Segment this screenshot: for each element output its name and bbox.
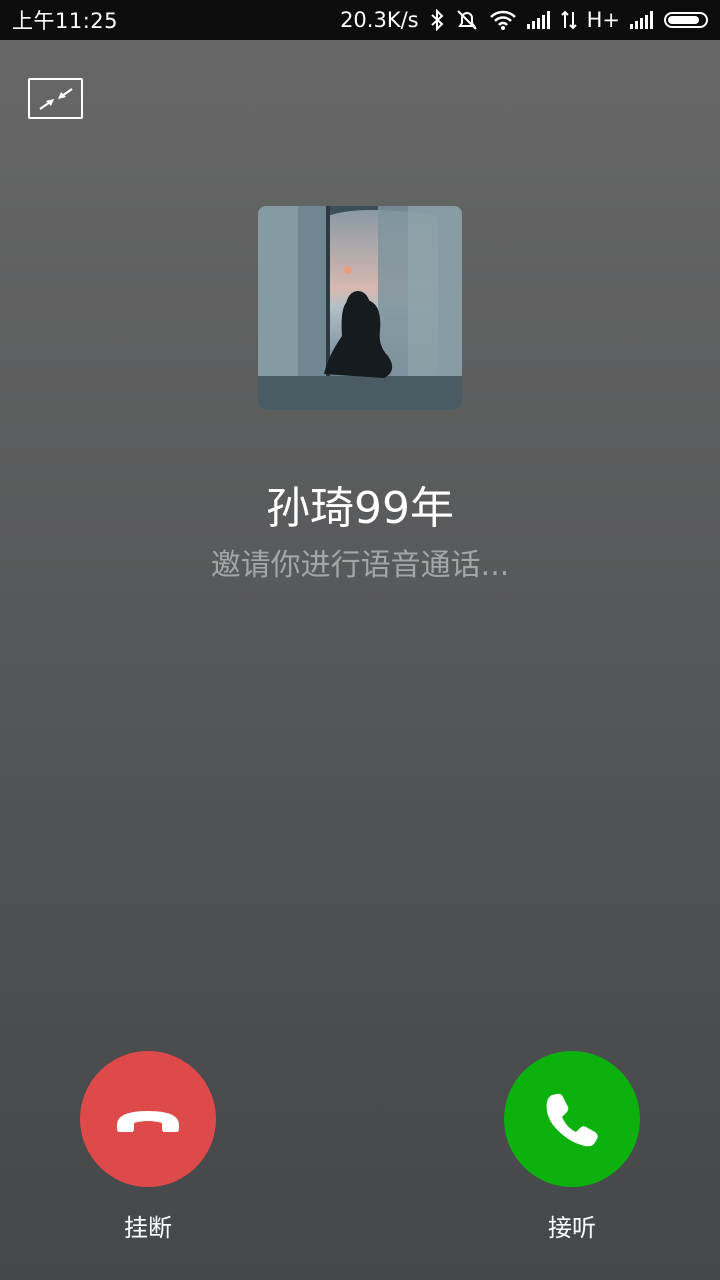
status-bar: 上午11:25 20.3K/s H+ <box>0 0 720 40</box>
data-transfer-icon <box>560 10 577 30</box>
caller-avatar <box>258 206 462 410</box>
call-status-text: 邀请你进行语音通话... <box>210 548 510 583</box>
voice-call-screen: 上午11:25 20.3K/s H+ 孙琦99年 邀请你进行语音通话... 挂断… <box>0 0 720 1280</box>
signal-icon-2 <box>630 11 654 29</box>
bluetooth-icon <box>429 9 445 31</box>
accept-label: 接听 <box>548 1214 596 1242</box>
signal-icon <box>526 11 551 29</box>
status-time: 上午11:25 <box>12 9 119 33</box>
alarm-off-icon <box>455 8 479 32</box>
battery-icon <box>664 12 708 28</box>
battery-level-fill <box>668 16 699 24</box>
decline-call-button[interactable] <box>80 1051 216 1187</box>
minimize-window-button[interactable] <box>28 78 83 119</box>
minimize-window-icon <box>38 87 73 110</box>
network-type: H+ <box>586 8 620 32</box>
hang-up-icon <box>117 1111 179 1132</box>
decline-label: 挂断 <box>124 1214 172 1242</box>
caller-name: 孙琦99年 <box>266 483 454 534</box>
phone-icon <box>546 1093 598 1147</box>
wifi-icon <box>489 9 517 31</box>
status-icons: 20.3K/s H+ <box>340 8 708 32</box>
network-speed: 20.3K/s <box>340 8 419 32</box>
accept-call-button[interactable] <box>504 1051 640 1187</box>
